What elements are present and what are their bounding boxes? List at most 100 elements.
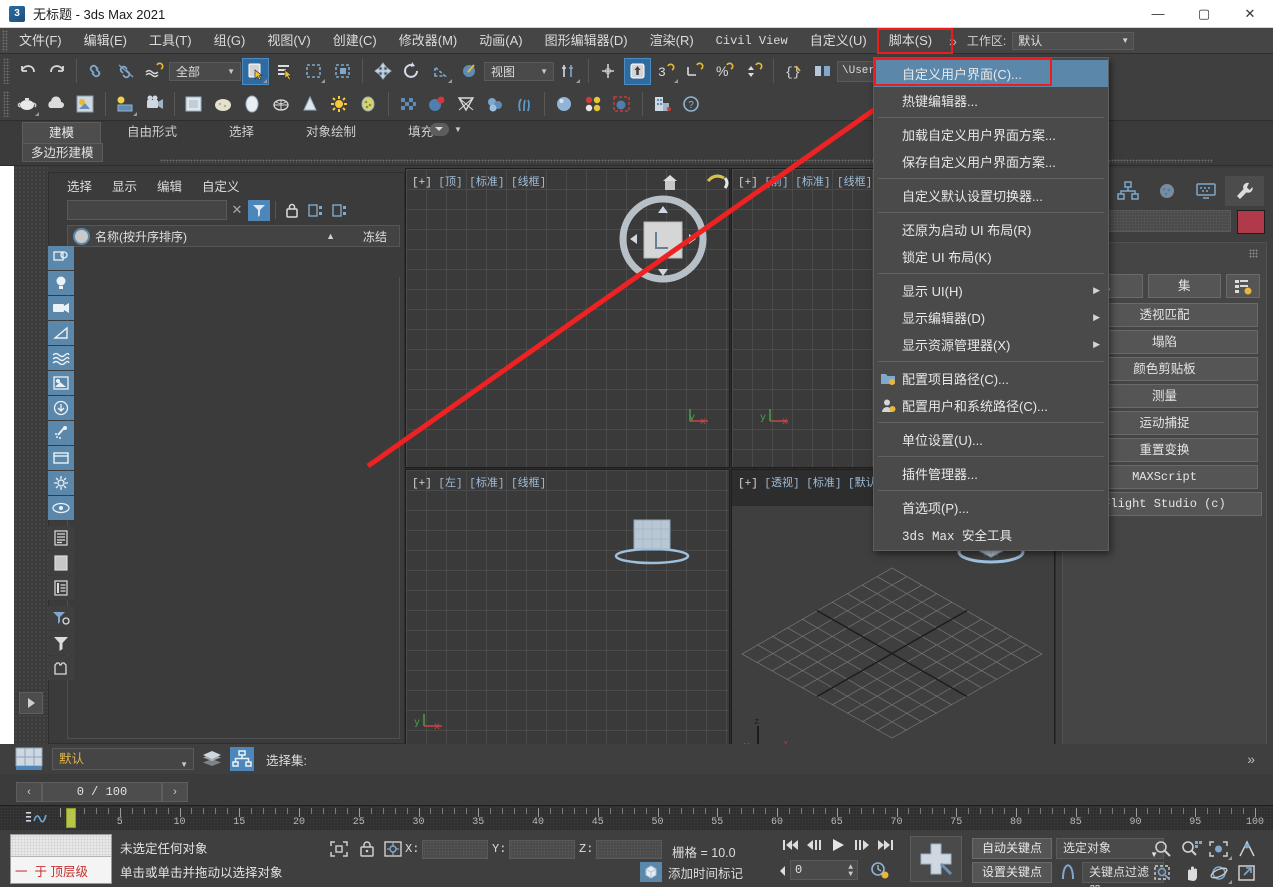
time-configuration-icon[interactable] [868,859,892,881]
particle-icon[interactable] [48,421,74,445]
display-layer-icon[interactable] [48,246,74,270]
scene-explorer-icon[interactable] [230,747,254,771]
list-icon[interactable] [48,526,74,550]
minimize-button[interactable]: — [1135,0,1181,28]
time-slider-handle[interactable] [66,808,76,828]
scene-explorer-search-input[interactable] [67,200,227,220]
play-icon[interactable] [826,834,850,856]
snap-3-icon[interactable]: 3 [653,58,680,85]
gizmo-home-icon[interactable] [659,174,681,194]
coord-x-field[interactable] [422,840,488,859]
scene-explorer-column-header[interactable]: 名称(按升序排序) ▲ 冻结 [67,225,400,247]
spinner-arrows-icon[interactable]: ▲▼ [848,864,853,878]
viewport-top-label[interactable]: [+] [顶] [标准] [线框] [412,173,546,189]
menu-animation[interactable]: 动画(A) [468,28,533,54]
link-icon[interactable] [83,58,110,85]
helper-icon[interactable] [48,321,74,345]
menu-item-plugin-manager[interactable]: 插件管理器... [874,460,1108,487]
eye-visible-icon[interactable] [48,496,74,520]
menu-views[interactable]: 视图(V) [256,28,321,54]
coord-y-field[interactable] [509,840,575,859]
ribbon-tab-freeform[interactable]: 自由形式 [101,122,203,143]
lock-icon[interactable] [281,200,303,221]
edit-named-selection-icon[interactable]: {} [780,58,807,85]
tag-icon[interactable] [48,656,74,680]
cloth-icon[interactable] [482,91,509,118]
menu-item-save-ui-scheme[interactable]: 保存自定义用户界面方案... [874,148,1108,175]
checker-icon[interactable] [395,91,422,118]
tab-utilities-wrench-icon[interactable] [1225,176,1264,206]
maximize-button[interactable]: ▢ [1181,0,1227,28]
auto-key-button[interactable]: 自动关键点 [972,838,1052,859]
explorer-menu-customize[interactable]: 自定义 [202,176,240,195]
menu-rendering[interactable]: 渲染(R) [639,28,705,54]
container-icon[interactable] [48,396,74,420]
blank-page-icon[interactable] [48,551,74,575]
set-key-plus-button[interactable] [910,836,962,882]
image-icon[interactable] [48,371,74,395]
timeline-ruler[interactable]: 5101520253035404550556065707580859095100 [60,806,1255,829]
maxscript-mini-listener[interactable]: 一 于 顶层级 [10,834,112,884]
cone-icon[interactable] [297,91,324,118]
cloud-icon[interactable] [43,91,70,118]
config-sets-icon[interactable] [1226,274,1260,298]
clear-x-icon[interactable]: ✕ [227,202,247,218]
listener-output-pane[interactable] [11,835,111,857]
menu-group[interactable]: 组(G) [203,28,257,54]
layer-bar-overflow-icon[interactable]: » [1247,751,1255,767]
tab-hierarchy-icon[interactable] [1108,176,1147,206]
menu-item-configure-project-paths[interactable]: 配置项目路径(C)... [874,365,1108,392]
layers-icon[interactable] [200,747,224,771]
menu-item-custom-defaults-switcher[interactable]: 自定义默认设置切换器... [874,182,1108,209]
redo-icon[interactable] [43,58,70,85]
paint-icon[interactable] [424,91,451,118]
percent-snap-icon[interactable]: % [711,58,738,85]
sets-button[interactable]: 集 [1148,274,1222,298]
menu-file[interactable]: 文件(F) [8,28,73,54]
ribbon-tab-object-paint[interactable]: 对象绘制 [280,122,382,143]
window-crossing-icon[interactable] [329,58,356,85]
menu-item-show-editors[interactable]: 显示编辑器(D) ▶ [874,304,1108,331]
menu-tools[interactable]: 工具(T) [138,28,203,54]
menu-graph-editors[interactable]: 图形编辑器(D) [534,28,639,54]
select-rotate-icon[interactable] [398,58,425,85]
curve-editor-icon[interactable] [26,810,48,826]
camera-icon[interactable] [48,296,74,320]
coord-z-field[interactable] [596,840,662,859]
select-region-dashed-icon[interactable] [609,91,636,118]
doc-list-icon[interactable] [48,576,74,600]
light-icon[interactable] [48,271,74,295]
menu-item-configure-user-paths[interactable]: 配置用户和系统路径(C)... [874,392,1108,419]
filter-gear-icon[interactable] [48,606,74,630]
teapot-icon[interactable] [14,91,41,118]
viewcube-gizmo[interactable] [608,184,718,294]
tab-display-icon[interactable] [1186,176,1225,206]
funnel-icon[interactable] [48,631,74,655]
zoom-region-icon[interactable] [1150,862,1176,884]
toolbar-grip[interactable] [3,91,10,117]
select-and-manipulate-icon[interactable] [595,58,622,85]
viewport-left-label[interactable]: [+] [左] [标准] [线框] [412,474,546,490]
frame-counter[interactable]: 0 / 100 [42,782,162,802]
menu-item-show-ui[interactable]: 显示 UI(H) ▶ [874,277,1108,304]
toolbar-grip[interactable] [3,58,10,84]
render-production-icon[interactable] [181,91,208,118]
ribbon-tab-selection[interactable]: 选择 [203,122,280,143]
explorer-menu-edit[interactable]: 编辑 [157,176,182,195]
explorer-menu-select[interactable]: 选择 [67,176,92,195]
viewport-left[interactable]: [+] [左] [标准] [线框] x y [405,469,730,773]
select-move-icon[interactable] [369,58,396,85]
menu-item-revert-ui-layout[interactable]: 还原为启动 UI 布局(R) [874,216,1108,243]
box-icon[interactable] [48,446,74,470]
space-warp-icon[interactable] [48,346,74,370]
explorer-menu-display[interactable]: 显示 [112,176,137,195]
cage-icon[interactable] [268,91,295,118]
rollout-grip-icon[interactable] [1249,249,1258,258]
ribbon-minimize-control[interactable]: ▼ [430,123,462,136]
key-selection-combo[interactable]: 选定对象 ▼ [1056,838,1164,859]
reference-coord-combo[interactable]: 视图 ▼ [484,62,554,81]
next-frame-icon[interactable] [850,834,874,856]
particle-icon[interactable] [355,91,382,118]
env-icon[interactable] [210,91,237,118]
menu-item-units-setup[interactable]: 单位设置(U)... [874,426,1108,453]
